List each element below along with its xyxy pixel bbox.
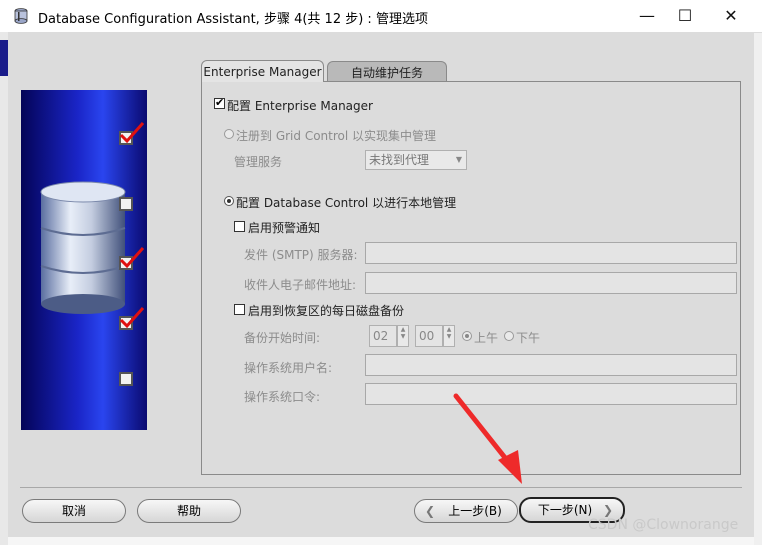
alert-notify-label: 启用预警通知	[248, 221, 321, 235]
chevron-down-icon: ▼	[446, 333, 452, 340]
back-button-label: 上一步(B)	[448, 504, 502, 518]
step-5-checkbox	[119, 372, 133, 386]
button-separator	[20, 487, 742, 488]
backup-hour-field[interactable]: 02	[369, 325, 397, 347]
chevron-up-icon: ▲	[400, 326, 406, 333]
checkmark-icon	[119, 307, 145, 329]
window-title: Database Configuration Assistant, 步骤 4(共…	[38, 12, 428, 27]
configure-em-label: 配置 Enterprise Manager	[227, 99, 373, 113]
daily-backup-checkbox[interactable]	[234, 304, 245, 315]
mgmt-service-select[interactable]: 未找到代理 ▼	[365, 150, 467, 170]
smtp-label: 发件 (SMTP) 服务器:	[244, 248, 358, 262]
os-user-field[interactable]	[365, 354, 737, 376]
title-bar: Database Configuration Assistant, 步骤 4(共…	[0, 0, 762, 33]
mgmt-service-value: 未找到代理	[369, 153, 430, 167]
maximize-button[interactable]: ☐	[662, 0, 708, 32]
watermark-text: CSDN @Clownorange	[588, 517, 739, 533]
minimize-icon: —	[639, 6, 655, 25]
cancel-button[interactable]: 取消	[22, 499, 126, 523]
chevron-down-icon: ▼	[400, 333, 406, 340]
background-window-edge-bottom	[8, 537, 754, 545]
back-button[interactable]: ❮ 上一步(B)	[414, 499, 518, 523]
grid-control-label: 注册到 Grid Control 以实现集中管理	[236, 129, 437, 143]
recipient-email-field[interactable]	[365, 272, 737, 294]
hour-spinner[interactable]: ▲ ▼	[397, 325, 409, 347]
tab-auto-maintenance[interactable]: 自动维护任务	[327, 61, 447, 83]
next-button-label: 下一步(N)	[537, 503, 593, 517]
minute-spinner[interactable]: ▲ ▼	[443, 325, 455, 347]
checkmark-icon	[119, 122, 145, 144]
configure-em-checkbox[interactable]	[214, 96, 225, 109]
step-2-checkbox	[119, 197, 133, 211]
os-password-label: 操作系统口令:	[244, 390, 321, 404]
help-button[interactable]: 帮助	[137, 499, 241, 523]
background-window-accent	[0, 40, 8, 76]
os-user-label: 操作系统用户名:	[244, 361, 333, 375]
pm-radio[interactable]	[504, 331, 514, 341]
smtp-server-field[interactable]	[365, 242, 737, 264]
close-button[interactable]: ✕	[708, 0, 754, 32]
backup-time-label: 备份开始时间:	[244, 331, 321, 345]
mgmt-service-label: 管理服务	[234, 155, 283, 169]
alert-notify-checkbox[interactable]	[234, 221, 245, 232]
daily-backup-label: 启用到恢复区的每日磁盘备份	[248, 304, 405, 318]
grid-control-radio[interactable]	[224, 129, 234, 139]
database-app-icon	[14, 8, 28, 24]
recipient-email-label: 收件人电子邮件地址:	[244, 278, 357, 292]
checkmark-icon	[119, 247, 145, 269]
annotation-arrow-icon	[453, 393, 522, 484]
am-radio[interactable]	[462, 331, 472, 341]
database-cylinder-icon	[40, 181, 126, 314]
background-window-edge	[0, 32, 8, 545]
chevron-left-icon: ❮	[425, 504, 436, 518]
db-control-label: 配置 Database Control 以进行本地管理	[236, 196, 457, 210]
chevron-down-icon: ▼	[455, 155, 462, 164]
close-icon: ✕	[724, 6, 738, 25]
os-password-field[interactable]	[365, 383, 737, 405]
chevron-up-icon: ▲	[446, 326, 452, 333]
tab-enterprise-manager[interactable]: Enterprise Manager	[201, 60, 324, 82]
db-control-radio[interactable]	[224, 196, 234, 206]
pm-label: 下午	[516, 331, 541, 345]
maximize-icon: ☐	[677, 6, 693, 25]
am-label: 上午	[474, 331, 499, 345]
backup-minute-field[interactable]: 00	[415, 325, 443, 347]
